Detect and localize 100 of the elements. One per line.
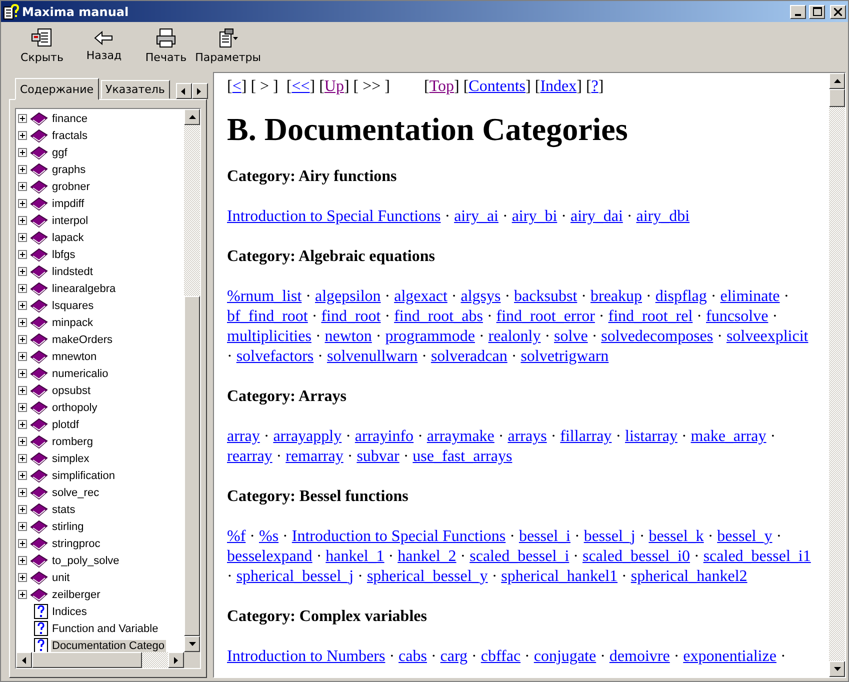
tree-item[interactable]: simplification	[51, 470, 116, 482]
doc-link[interactable]: fillarray	[560, 428, 612, 445]
doc-link[interactable]: rearray	[227, 448, 272, 465]
tree-item[interactable]: solve_rec	[51, 486, 100, 498]
tree-item[interactable]: stats	[51, 504, 76, 516]
toolbar-button[interactable]: Параметры	[197, 22, 259, 70]
doc-link[interactable]: bessel_k	[648, 528, 704, 545]
doc-link[interactable]: listarray	[625, 428, 678, 445]
doc-link[interactable]: scaled_bessel_i0	[582, 548, 690, 565]
nav-link[interactable]: Up	[324, 77, 344, 97]
doc-link[interactable]: scaled_bessel_i	[470, 548, 570, 565]
tree-item[interactable]: to_poly_solve	[51, 554, 120, 566]
doc-link[interactable]: solveradcan	[430, 348, 508, 365]
tree-item[interactable]: Function and Variable	[51, 622, 160, 634]
tab[interactable]: Содержание	[15, 78, 99, 100]
tree-item[interactable]: Documentation Catego	[51, 640, 166, 652]
tree-item[interactable]: plotdf	[51, 418, 80, 430]
tree-item[interactable]: ggf	[51, 146, 68, 158]
tree-item[interactable]: graphs	[51, 164, 87, 176]
tree-item[interactable]: fractals	[51, 130, 88, 142]
doc-link[interactable]: algepsilon	[315, 288, 381, 305]
doc-link[interactable]: solveexplicit	[726, 328, 808, 345]
doc-link[interactable]: %f	[227, 528, 246, 545]
doc-link[interactable]: exponentialize	[683, 648, 776, 665]
doc-link[interactable]: algexact	[394, 288, 448, 305]
tree-item[interactable]: lbfgs	[51, 248, 76, 260]
doc-link[interactable]: conjugate	[534, 648, 596, 665]
doc-link[interactable]: solvetrigwarn	[520, 348, 609, 365]
tree-item[interactable]: orthopoly	[51, 402, 98, 414]
doc-link[interactable]: hankel_1	[326, 548, 384, 565]
doc-link[interactable]: Introduction to Numbers	[227, 648, 386, 665]
tree-item[interactable]: finance	[51, 112, 88, 124]
nav-link[interactable]: ?	[591, 77, 598, 97]
tree-item[interactable]: opsubst	[51, 384, 92, 396]
doc-link[interactable]: arrays	[508, 428, 547, 445]
doc-link[interactable]: subvar	[356, 448, 400, 465]
tree-item[interactable]: zeilberger	[51, 588, 102, 600]
doc-link[interactable]: spherical_hankel2	[630, 568, 748, 585]
doc-link[interactable]: spherical_bessel_j	[236, 568, 354, 585]
doc-link[interactable]: airy_bi	[512, 208, 558, 225]
doc-link[interactable]: bessel_j	[584, 528, 636, 545]
tree-item[interactable]: Indices	[51, 606, 88, 618]
doc-link[interactable]: find_root_rel	[608, 308, 693, 325]
doc-link[interactable]: solvedecomposes	[601, 328, 714, 345]
doc-link[interactable]: find_root_error	[496, 308, 595, 325]
doc-link[interactable]: multiplicities	[227, 328, 312, 345]
doc-link[interactable]: dispflag	[655, 288, 707, 305]
doc-link[interactable]: airy_ai	[454, 208, 498, 225]
nav-link[interactable]: Contents	[468, 77, 526, 97]
tree-item[interactable]: mnewton	[51, 350, 98, 362]
doc-link[interactable]: spherical_bessel_y	[366, 568, 488, 585]
tree-item[interactable]: stirling	[51, 520, 85, 532]
doc-link[interactable]: besselexpand	[227, 548, 312, 565]
doc-link[interactable]: bessel_i	[518, 528, 570, 545]
tree-item[interactable]: numericalio	[51, 368, 110, 380]
tree-item[interactable]: lapack	[51, 232, 85, 244]
tree-item[interactable]: minpack	[51, 316, 94, 328]
nav-link[interactable]: <	[232, 77, 242, 97]
tree-item[interactable]: grobner	[51, 180, 91, 192]
doc-link[interactable]: solvenullwarn	[326, 348, 418, 365]
tree-item[interactable]: linearalgebra	[51, 282, 117, 294]
doc-link[interactable]: carg	[440, 648, 468, 665]
doc-link[interactable]: algsys	[460, 288, 501, 305]
doc-link[interactable]: breakup	[590, 288, 642, 305]
tree-item[interactable]: unit	[51, 572, 71, 584]
doc-link[interactable]: hankel_2	[398, 548, 456, 565]
doc-link[interactable]: arrayapply	[273, 428, 342, 445]
tree-item[interactable]: lindstedt	[51, 266, 94, 278]
doc-link[interactable]: arrayinfo	[354, 428, 414, 445]
doc-link[interactable]: spherical_hankel1	[501, 568, 618, 585]
doc-link[interactable]: find_root	[321, 308, 381, 325]
toolbar-button[interactable]: Скрыть	[11, 22, 73, 70]
toolbar-button[interactable]: Назад	[73, 22, 135, 70]
doc-link[interactable]: array	[227, 428, 260, 445]
doc-link[interactable]: airy_dai	[570, 208, 623, 225]
doc-link[interactable]: cbffac	[480, 648, 521, 665]
nav-link[interactable]: Index	[540, 77, 577, 97]
doc-link[interactable]: eliminate	[720, 288, 780, 305]
nav-link[interactable]: Top	[429, 77, 454, 97]
doc-link[interactable]: realonly	[488, 328, 541, 345]
tree-item[interactable]: makeOrders	[51, 334, 114, 346]
doc-link[interactable]: find_root_abs	[394, 308, 483, 325]
doc-link[interactable]: demoivre	[609, 648, 670, 665]
tree-item[interactable]: romberg	[51, 436, 94, 448]
tree-item[interactable]: impdiff	[51, 198, 86, 210]
doc-link[interactable]: programmode	[385, 328, 475, 345]
doc-link[interactable]: scaled_bessel_i1	[703, 548, 811, 565]
doc-link[interactable]: %rnum_list	[227, 288, 302, 305]
doc-link[interactable]: solvefactors	[236, 348, 314, 365]
doc-link[interactable]: use_fast_arrays	[412, 448, 512, 465]
doc-link[interactable]: %s	[258, 528, 279, 545]
nav-link[interactable]: <<	[292, 77, 310, 97]
doc-link[interactable]: Introduction to Special Functions	[227, 208, 441, 225]
tab[interactable]: Указатель	[100, 80, 170, 99]
tree-item[interactable]: simplex	[51, 452, 90, 464]
tree-item[interactable]: stringproc	[51, 538, 102, 550]
doc-link[interactable]: bessel_y	[717, 528, 772, 545]
doc-link[interactable]: newton	[324, 328, 372, 345]
doc-link[interactable]: remarray	[286, 448, 344, 465]
doc-link[interactable]: arraymake	[426, 428, 494, 445]
